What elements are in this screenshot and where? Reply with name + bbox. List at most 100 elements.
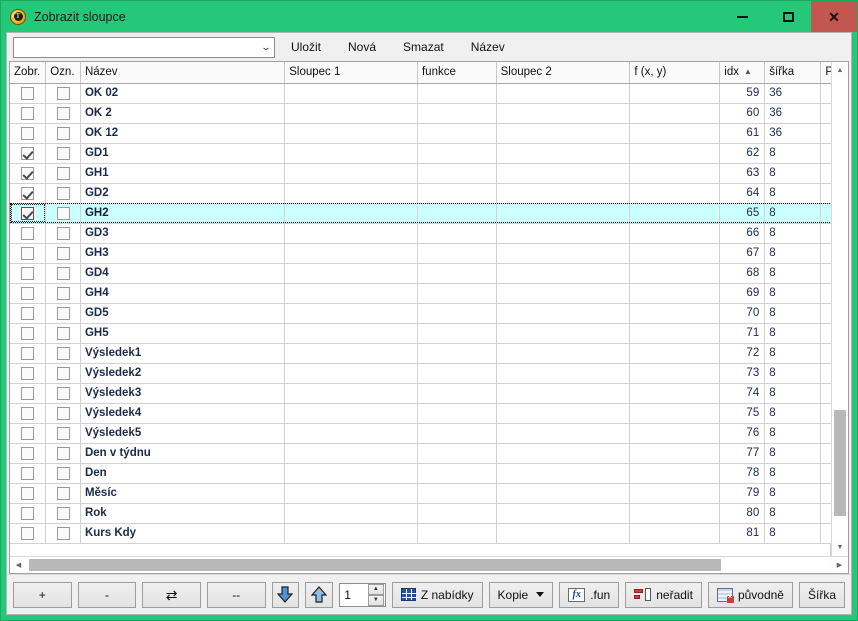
cell-checkbox-zobr[interactable] (10, 123, 46, 143)
minimize-button[interactable] (719, 1, 765, 32)
horizontal-scrollbar[interactable]: ◀ ▶ (10, 556, 848, 573)
maximize-button[interactable] (765, 1, 811, 32)
table-row[interactable]: GD2648 (10, 183, 831, 203)
cell-checkbox-ozn[interactable] (46, 363, 81, 383)
cell-checkbox-ozn[interactable] (46, 383, 81, 403)
cell-checkbox-ozn[interactable] (46, 183, 81, 203)
step-spinner[interactable]: 1 ▲ ▼ (339, 583, 386, 607)
checkbox-zobr[interactable] (21, 87, 34, 100)
grid-header-fxy[interactable]: f (x, y) (630, 62, 720, 83)
cell-checkbox-zobr[interactable] (10, 443, 46, 463)
cell-checkbox-ozn[interactable] (46, 343, 81, 363)
grid-header-po[interactable]: Po (821, 62, 831, 83)
cell-checkbox-ozn[interactable] (46, 123, 81, 143)
scroll-right-button[interactable]: ▶ (831, 557, 848, 573)
checkbox-ozn[interactable] (57, 307, 70, 320)
checkbox-ozn[interactable] (57, 207, 70, 220)
cell-checkbox-ozn[interactable] (46, 203, 81, 223)
add-row-button[interactable]: + (13, 582, 72, 608)
cell-checkbox-ozn[interactable] (46, 443, 81, 463)
checkbox-ozn[interactable] (57, 467, 70, 480)
cell-checkbox-ozn[interactable] (46, 503, 81, 523)
table-row[interactable]: Výsledek1728 (10, 343, 831, 363)
preset-combobox[interactable]: ⌄ (13, 37, 275, 58)
table-row[interactable]: GH5718 (10, 323, 831, 343)
cell-checkbox-ozn[interactable] (46, 523, 81, 543)
cell-checkbox-zobr[interactable] (10, 323, 46, 343)
horizontal-scroll-thumb[interactable] (29, 559, 720, 571)
move-down-button[interactable] (272, 582, 300, 608)
spinner-down-button[interactable]: ▼ (368, 595, 384, 606)
checkbox-ozn[interactable] (57, 107, 70, 120)
checkbox-ozn[interactable] (57, 507, 70, 520)
step-spinner-buttons[interactable]: ▲ ▼ (368, 584, 384, 606)
scroll-down-button[interactable]: ▼ (832, 539, 848, 556)
checkbox-ozn[interactable] (57, 287, 70, 300)
cell-checkbox-ozn[interactable] (46, 143, 81, 163)
table-row[interactable]: Měsíc798 (10, 483, 831, 503)
table-row[interactable]: Rok808 (10, 503, 831, 523)
table-row[interactable]: GH1638 (10, 163, 831, 183)
checkbox-ozn[interactable] (57, 147, 70, 160)
checkbox-zobr[interactable] (21, 247, 34, 260)
cell-checkbox-ozn[interactable] (46, 323, 81, 343)
cell-checkbox-zobr[interactable] (10, 383, 46, 403)
cell-checkbox-zobr[interactable] (10, 403, 46, 423)
checkbox-ozn[interactable] (57, 227, 70, 240)
cell-checkbox-zobr[interactable] (10, 363, 46, 383)
table-row[interactable]: GD5708 (10, 303, 831, 323)
vertical-scrollbar[interactable]: ▲ ▼ (831, 62, 848, 556)
cell-checkbox-ozn[interactable] (46, 83, 81, 103)
vertical-scroll-thumb[interactable] (834, 410, 846, 516)
checkbox-zobr[interactable] (21, 307, 34, 320)
cell-checkbox-ozn[interactable] (46, 463, 81, 483)
table-row[interactable]: GH2658 (10, 203, 831, 223)
cell-checkbox-zobr[interactable] (10, 343, 46, 363)
checkbox-ozn[interactable] (57, 167, 70, 180)
grid-header-idx[interactable]: idx▲ (720, 62, 765, 83)
table-row[interactable]: GD4688 (10, 263, 831, 283)
checkbox-ozn[interactable] (57, 87, 70, 100)
cell-checkbox-zobr[interactable] (10, 503, 46, 523)
checkbox-ozn[interactable] (57, 267, 70, 280)
checkbox-zobr[interactable] (21, 447, 34, 460)
scroll-left-button[interactable]: ◀ (10, 557, 27, 573)
checkbox-ozn[interactable] (57, 327, 70, 340)
table-row[interactable]: GD1628 (10, 143, 831, 163)
checkbox-zobr[interactable] (21, 287, 34, 300)
table-row[interactable]: Výsledek3748 (10, 383, 831, 403)
checkbox-zobr[interactable] (21, 347, 34, 360)
checkbox-ozn[interactable] (57, 447, 70, 460)
cell-checkbox-ozn[interactable] (46, 403, 81, 423)
checkbox-zobr[interactable] (21, 327, 34, 340)
rename-button[interactable]: Název (460, 37, 516, 57)
checkbox-zobr[interactable] (21, 147, 34, 160)
checkbox-zobr[interactable] (21, 527, 34, 540)
grid-header-ozn[interactable]: Ozn. (46, 62, 81, 83)
horizontal-scroll-track[interactable] (27, 557, 831, 573)
checkbox-zobr[interactable] (21, 387, 34, 400)
table-row[interactable]: Den788 (10, 463, 831, 483)
cell-checkbox-zobr[interactable] (10, 263, 46, 283)
grid-header-sloupec2[interactable]: Sloupec 2 (496, 62, 630, 83)
cell-checkbox-zobr[interactable] (10, 163, 46, 183)
table-row[interactable]: GH3678 (10, 243, 831, 263)
move-up-button[interactable] (305, 582, 333, 608)
delete-button[interactable]: Smazat (392, 37, 455, 57)
checkbox-ozn[interactable] (57, 367, 70, 380)
table-row[interactable]: OK 26036 (10, 103, 831, 123)
checkbox-ozn[interactable] (57, 187, 70, 200)
checkbox-zobr[interactable] (21, 127, 34, 140)
fun-button[interactable]: fx .fun (559, 582, 619, 608)
cell-checkbox-zobr[interactable] (10, 283, 46, 303)
table-row[interactable]: Výsledek4758 (10, 403, 831, 423)
checkbox-zobr[interactable] (21, 187, 34, 200)
checkbox-ozn[interactable] (57, 427, 70, 440)
checkbox-zobr[interactable] (21, 107, 34, 120)
table-row[interactable]: Výsledek5768 (10, 423, 831, 443)
cell-checkbox-ozn[interactable] (46, 263, 81, 283)
checkbox-zobr[interactable] (21, 507, 34, 520)
checkbox-ozn[interactable] (57, 527, 70, 540)
checkbox-zobr[interactable] (21, 487, 34, 500)
cell-checkbox-ozn[interactable] (46, 283, 81, 303)
